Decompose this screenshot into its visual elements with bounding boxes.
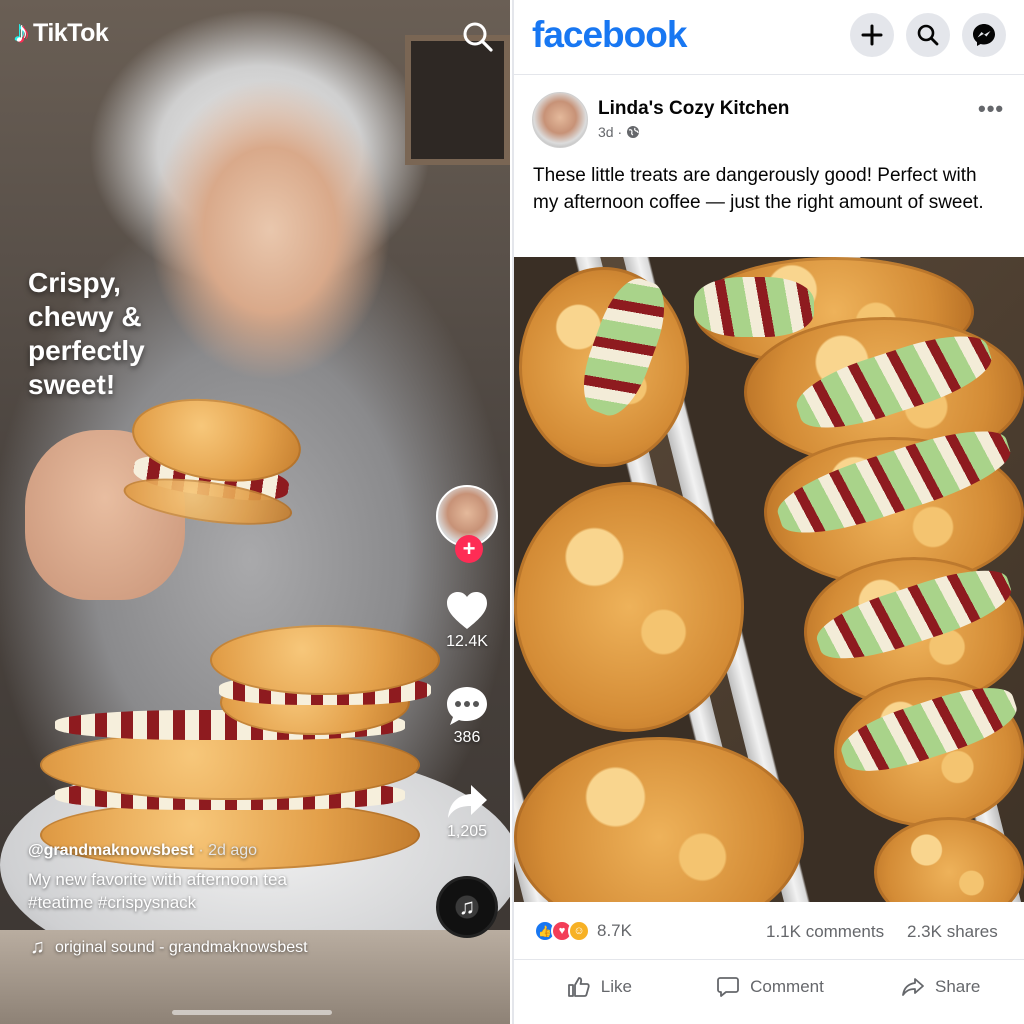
action-rail: + 12.4K 386 1,205 <box>436 485 498 840</box>
creator-avatar[interactable]: + <box>436 485 498 563</box>
share-count: 1,205 <box>446 823 488 840</box>
like-count: 12.4K <box>446 633 488 650</box>
share-button[interactable]: Share <box>855 962 1024 1012</box>
cookie <box>514 482 744 732</box>
sound-row[interactable]: ♫ original sound - grandmaknowsbest <box>30 936 308 959</box>
messenger-icon <box>973 24 995 46</box>
tiktok-note-icon: ♪ <box>14 16 29 49</box>
music-note-icon: ♫ <box>458 894 476 919</box>
share-icon <box>902 978 924 996</box>
share-icon <box>448 785 487 818</box>
follow-plus-icon[interactable]: + <box>455 535 483 563</box>
creator-username[interactable]: @grandmaknowsbest <box>28 842 194 859</box>
heart-icon <box>447 592 487 629</box>
caption-line: My new favorite with afternoon tea <box>28 870 287 889</box>
author-name[interactable]: Linda's Cozy Kitchen <box>598 98 789 120</box>
post-meta: 3d · <box>598 124 640 140</box>
post-time[interactable]: 3d · <box>598 124 622 140</box>
facebook-header: facebook <box>514 0 1024 75</box>
cookie-stack-back <box>210 625 440 735</box>
overlay-line: perfectly <box>28 335 145 366</box>
like-button[interactable]: 12.4K <box>436 591 498 651</box>
held-cookie <box>120 388 307 541</box>
more-options-icon[interactable]: ••• <box>978 96 1004 122</box>
caption-text: My new favorite with afternoon tea #teat… <box>28 868 428 914</box>
plus-icon <box>861 24 883 46</box>
search-icon[interactable] <box>461 20 495 54</box>
overlay-line: Crispy, <box>28 267 121 298</box>
comment-button[interactable]: Comment <box>685 962 856 1012</box>
facebook-post: facebook Linda's Cozy Kitchen 3d · ••• T… <box>512 0 1024 1024</box>
music-note-icon: ♫ <box>30 936 45 958</box>
tiktok-logo: ♪ TikTok <box>14 16 109 49</box>
comment-icon <box>717 977 740 997</box>
post-text: These little treats are dangerously good… <box>533 165 984 213</box>
reactions-summary[interactable]: 👍 ♥ ☺ 8.7K <box>534 920 632 942</box>
author-avatar[interactable] <box>532 92 588 148</box>
like-button[interactable]: Like <box>514 962 685 1012</box>
comments-count[interactable]: 1.1K comments <box>766 922 884 942</box>
search-button[interactable] <box>906 13 950 57</box>
create-button[interactable] <box>850 13 894 57</box>
post-stats: 👍 ♥ ☺ 8.7K 1.1K comments 2.3K shares <box>514 902 1024 960</box>
overlay-line: chewy & <box>28 301 142 332</box>
tiktok-wordmark: TikTok <box>33 18 109 47</box>
comment-label: Comment <box>750 977 824 996</box>
hashtags[interactable]: #teatime #crispysnack <box>28 891 428 914</box>
globe-icon <box>627 126 640 138</box>
messenger-button[interactable] <box>962 13 1006 57</box>
share-button[interactable]: 1,205 <box>436 783 498 841</box>
creator-line: @grandmaknowsbest · 2d ago <box>28 842 428 860</box>
comment-icon <box>447 687 487 725</box>
thumbs-up-icon <box>567 977 590 997</box>
tiktok-post: ♪ TikTok Crispy, chewy & perfectly sweet… <box>0 0 510 1024</box>
reactions-count: 8.7K <box>597 921 632 940</box>
shares-count[interactable]: 2.3K shares <box>907 922 998 942</box>
facebook-logo[interactable]: facebook <box>532 14 687 56</box>
search-icon <box>917 24 939 46</box>
cookie-filling <box>694 277 814 337</box>
post-age: · 2d ago <box>198 842 258 859</box>
like-label: Like <box>600 977 632 996</box>
haha-reaction-icon: ☺ <box>568 920 590 942</box>
comment-count: 386 <box>453 729 481 746</box>
post-actions: Like Comment Share <box>514 962 1024 1012</box>
video-caption: @grandmaknowsbest · 2d ago My new favori… <box>28 842 428 914</box>
sound-disc[interactable]: ♫ <box>436 876 498 938</box>
video-progress-bar[interactable] <box>172 1010 332 1015</box>
video-text-overlay: Crispy, chewy & perfectly sweet! <box>28 266 228 402</box>
post-photo[interactable] <box>514 257 1024 902</box>
sound-name: original sound - grandmaknowsbest <box>55 938 308 956</box>
comment-button[interactable]: 386 <box>436 685 498 747</box>
share-label: Share <box>934 977 981 996</box>
background-picture-frame <box>405 35 510 165</box>
overlay-line: sweet! <box>28 369 116 400</box>
